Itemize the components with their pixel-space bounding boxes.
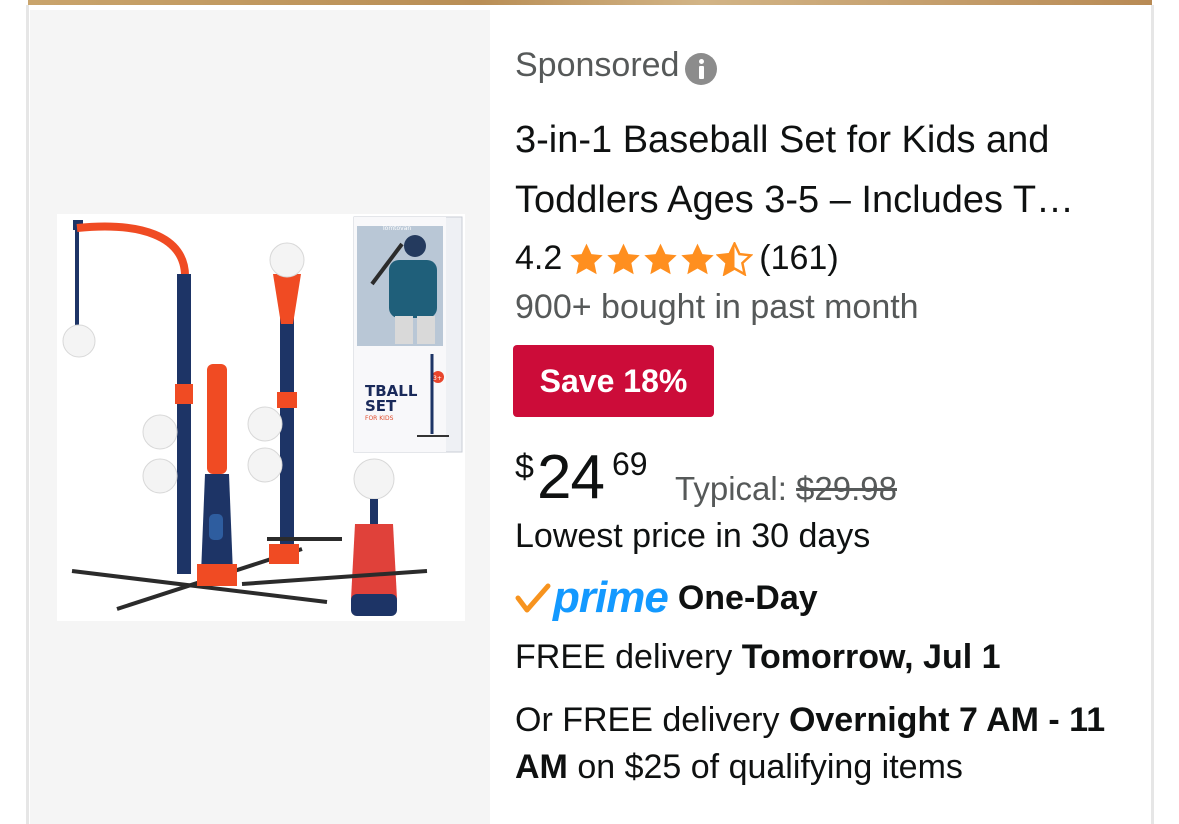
price-fraction: 69 xyxy=(612,446,648,482)
save-badge: Save 18% xyxy=(513,345,714,417)
star-rating xyxy=(568,241,754,276)
rating-row[interactable]: 4.2 (161) xyxy=(515,239,839,278)
star-full-icon xyxy=(607,243,640,274)
price-symbol: $ xyxy=(515,448,534,486)
pitching-machine xyxy=(351,458,397,616)
sponsored-label[interactable]: Sponsored xyxy=(515,46,718,85)
prime-service: One-Day xyxy=(677,578,818,617)
star-half-icon xyxy=(716,241,754,276)
star-full-icon xyxy=(570,243,603,274)
typical-label: Typical: xyxy=(675,470,797,507)
price-whole: 24 xyxy=(537,443,605,512)
top-image-strip xyxy=(28,0,1152,5)
product-title[interactable]: 3-in-1 Baseball Set for Kids and Toddler… xyxy=(515,110,1140,230)
svg-text:FOR KIDS: FOR KIDS xyxy=(365,415,394,422)
rating-value: 4.2 xyxy=(515,239,563,277)
prime-logo: prime xyxy=(553,573,669,622)
svg-text:Tomtovan: Tomtovan xyxy=(381,225,411,232)
free-delivery-label: FREE delivery xyxy=(515,638,742,676)
typical-price: Typical: $29.98 xyxy=(675,470,897,508)
free-delivery-date: Tomorrow, Jul 1 xyxy=(741,638,1001,676)
prime-check-icon xyxy=(515,583,551,613)
title-line-2: Toddlers Ages 3-5 – Includes T… xyxy=(515,179,1075,221)
bought-count: 900+ bought in past month xyxy=(515,288,919,326)
typical-value: $29.98 xyxy=(796,470,897,507)
info-icon[interactable] xyxy=(685,52,718,85)
rating-count[interactable]: (161) xyxy=(759,239,838,278)
title-line-1: 3-in-1 Baseball Set for Kids and xyxy=(515,119,1050,161)
prime-badge: prime One-Day xyxy=(515,568,818,628)
free-delivery: FREE delivery Tomorrow, Jul 1 xyxy=(515,638,1001,677)
sponsored-text: Sponsored xyxy=(515,46,680,84)
product-box-image: TBALL SET FOR KIDS Tomtovan 3+ xyxy=(353,216,463,453)
overnight-delivery: Or FREE delivery Overnight 7 AM - 11 AM … xyxy=(515,697,1115,791)
overnight-label: Or FREE delivery xyxy=(515,701,789,739)
lowest-price-note: Lowest price in 30 days xyxy=(515,517,871,555)
card-border-right xyxy=(1151,5,1154,824)
star-full-icon xyxy=(644,243,677,274)
svg-text:SET: SET xyxy=(365,397,397,415)
baseball xyxy=(142,414,178,450)
star-full-icon xyxy=(681,243,714,274)
card-border-left xyxy=(26,5,29,824)
product-image[interactable]: TBALL SET FOR KIDS Tomtovan 3+ xyxy=(57,214,465,621)
baseball xyxy=(142,458,178,494)
svg-text:3+: 3+ xyxy=(433,375,442,382)
overnight-condition: on $25 of qualifying items xyxy=(567,748,963,786)
